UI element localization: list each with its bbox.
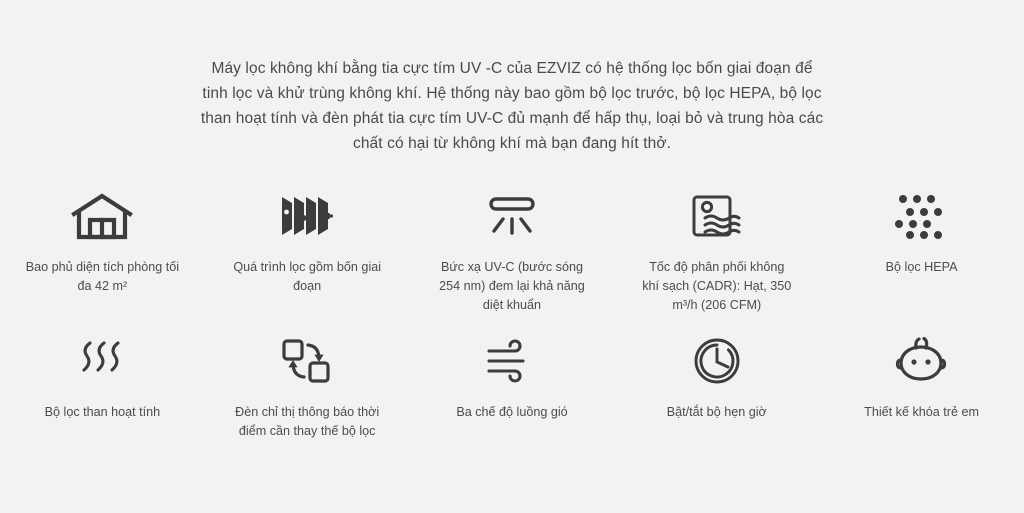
filter-replace-icon [279, 330, 335, 392]
feature-item-wind: Ba chế độ luồng gió [410, 330, 615, 450]
feature-row-1: Bao phủ diện tích phòng tối đa 42 m² Quá… [0, 185, 1024, 330]
carbon-waves-icon [74, 330, 130, 392]
feature-item-cadr: Tốc độ phân phối không khí sạch (CADR): … [614, 185, 819, 330]
feature-label: Bộ lọc than hoạt tính [44, 405, 161, 419]
feature-item-uv: Bức xạ UV-C (bước sóng 254 nm) đem lại k… [410, 185, 615, 330]
feature-label: Ba chế độ luồng gió [456, 405, 568, 419]
feature-item-stages: Quá trình lọc gồm bốn giai đoạn [205, 185, 410, 330]
house-icon [71, 185, 134, 247]
airflow-panel-icon [689, 185, 745, 247]
timer-clock-icon [691, 330, 743, 392]
product-feature-section: Máy lọc không khí bằng tia cực tím UV -C… [0, 0, 1024, 513]
feature-item-indicator: Đèn chỉ thị thông báo thời điểm cần thay… [205, 330, 410, 450]
feature-item-coverage: Bao phủ diện tích phòng tối đa 42 m² [0, 185, 205, 330]
child-lock-icon [894, 330, 950, 392]
feature-label: Bộ lọc HEPA [885, 260, 958, 274]
feature-item-hepa: Bộ lọc HEPA [819, 185, 1024, 330]
feature-row-2: Bộ lọc than hoạt tính Đèn chỉ thị thông … [0, 330, 1024, 450]
feature-item-timer: Bật/tắt bộ hẹn giờ [614, 330, 819, 450]
intro-paragraph: Máy lọc không khí bằng tia cực tím UV -C… [200, 59, 824, 152]
feature-label: Tốc độ phân phối không khí sạch (CADR): … [642, 260, 792, 312]
feature-label: Đèn chỉ thị thông báo thời điểm cần thay… [235, 405, 380, 438]
wind-modes-icon [483, 330, 541, 392]
feature-label: Bật/tắt bộ hẹn giờ [666, 405, 767, 419]
feature-label: Bao phủ diện tích phòng tối đa 42 m² [25, 260, 180, 293]
feature-label: Quá trình lọc gồm bốn giai đoạn [233, 260, 382, 293]
feature-label: Thiết kế khóa trẻ em [864, 405, 979, 419]
hepa-dots-icon [893, 185, 951, 247]
filter-layers-icon [276, 185, 338, 247]
feature-grid: Bao phủ diện tích phòng tối đa 42 m² Quá… [0, 185, 1024, 450]
uv-lamp-icon [480, 185, 544, 247]
feature-item-carbon: Bộ lọc than hoạt tính [0, 330, 205, 450]
feature-item-childlock: Thiết kế khóa trẻ em [819, 330, 1024, 450]
feature-label: Bức xạ UV-C (bước sóng 254 nm) đem lại k… [439, 260, 585, 312]
